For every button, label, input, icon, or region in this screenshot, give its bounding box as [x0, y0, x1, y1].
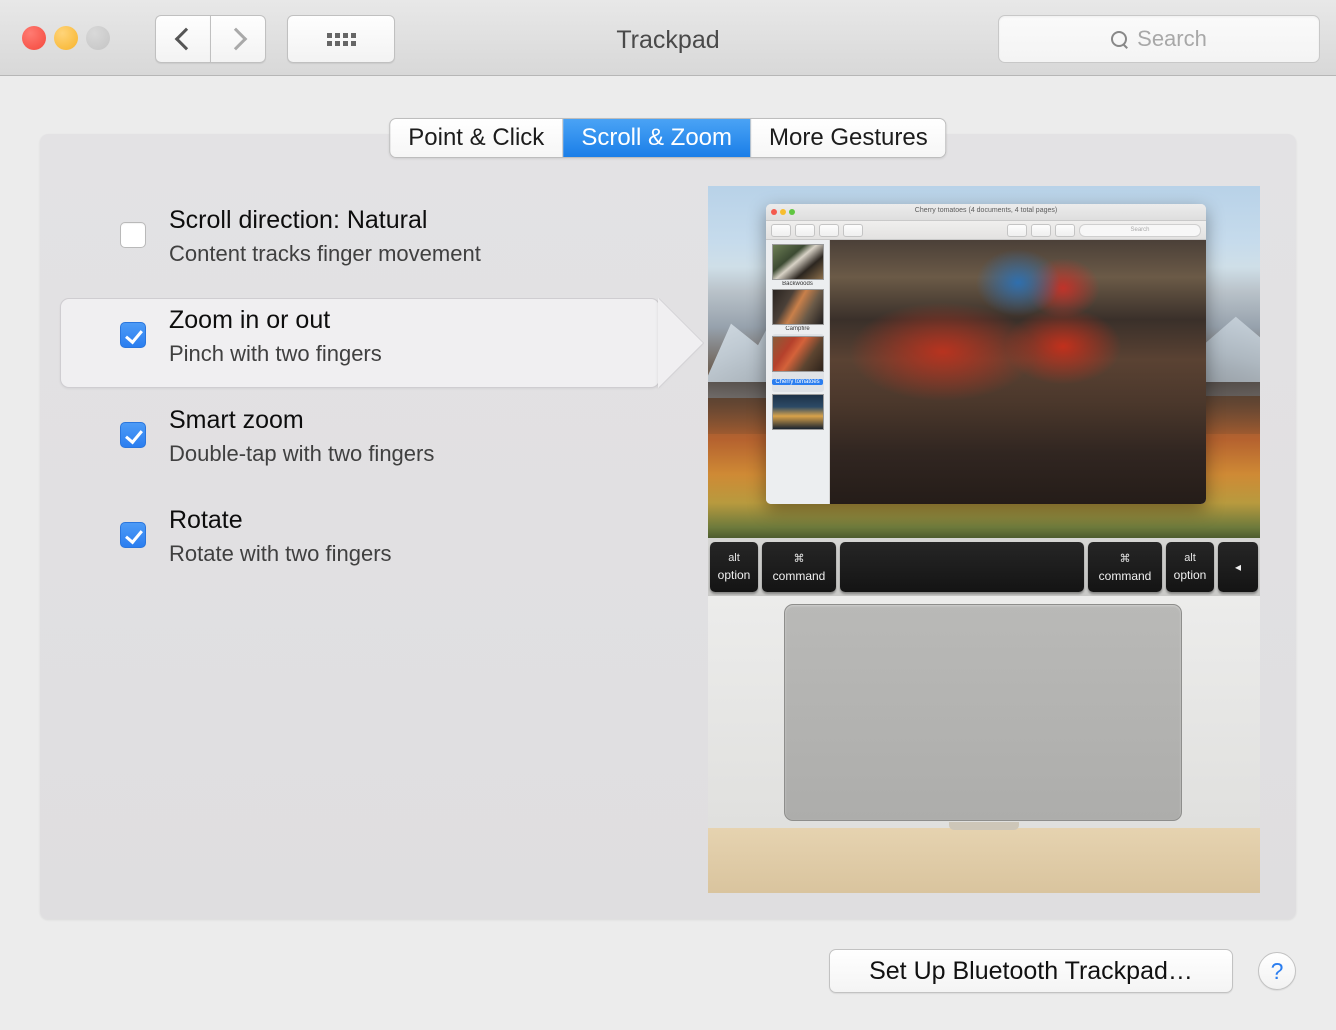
tab-more-gestures[interactable]: More Gestures: [751, 119, 946, 157]
thumbnail-image: [771, 336, 824, 372]
option-row-zoom-in-or-out[interactable]: Zoom in or out Pinch with two fingers: [40, 292, 703, 392]
preview-window-title: Cherry tomatoes (4 documents, 4 total pa…: [914, 207, 1058, 214]
preview-photo-cherry-tomatoes: [830, 240, 1206, 504]
option-subtitle: Double-tap with two fingers: [169, 441, 435, 466]
checkbox-smart-zoom[interactable]: [120, 422, 146, 448]
thumbnail-item: Backwoods: [771, 244, 824, 287]
checkbox-zoom-in-or-out[interactable]: [120, 322, 146, 348]
annotate-icon: [1055, 223, 1075, 237]
zoom-in-icon: [819, 223, 839, 237]
preview-toolbar: Search: [766, 221, 1206, 240]
preview-app-window: Cherry tomatoes (4 documents, 4 total pa…: [766, 204, 1206, 504]
set-up-bluetooth-trackpad-button[interactable]: Set Up Bluetooth Trackpad…: [829, 949, 1233, 993]
gesture-options-list: Scroll direction: Natural Content tracks…: [40, 192, 703, 592]
option-subtitle: Pinch with two fingers: [169, 341, 382, 366]
search-placeholder: Search: [1137, 26, 1207, 51]
thumbnail-image: [771, 289, 824, 325]
trackpad-area: [708, 596, 1260, 893]
key-spacebar: [840, 542, 1084, 592]
key-option-left: alt option: [710, 542, 758, 592]
key-option-right: alt option: [1166, 542, 1214, 592]
option-title: Rotate: [169, 506, 243, 534]
tab-bar: Point & Click Scroll & Zoom More Gesture…: [389, 118, 947, 158]
trackpad-surface: [784, 604, 1182, 821]
selected-row-arrow: [658, 298, 703, 388]
checkbox-rotate[interactable]: [120, 522, 146, 548]
thumbnail-label: Cherry tomatoes: [772, 379, 823, 385]
markup-icon: [1007, 223, 1027, 237]
option-subtitle: Rotate with two fingers: [169, 541, 392, 566]
desk-surface: [708, 828, 1260, 893]
laptop-keyboard-row: alt option ⌘ command ⌘ command alt optio…: [708, 538, 1260, 596]
thumbnail-image: [771, 394, 824, 430]
trackpad-notch: [949, 822, 1019, 830]
search-input[interactable]: Search: [998, 15, 1320, 63]
search-icon: [1111, 30, 1128, 48]
sidebar-toggle-icon: [771, 223, 791, 237]
thumbnail-item: Campfire: [771, 289, 824, 332]
tab-scroll-and-zoom[interactable]: Scroll & Zoom: [563, 119, 752, 157]
checkbox-scroll-direction[interactable]: [120, 222, 146, 248]
window-titlebar: Trackpad Search: [0, 0, 1336, 76]
preview-search-field: Search: [1079, 223, 1201, 237]
thumbnail-label: Campfire: [785, 326, 810, 332]
tab-point-and-click[interactable]: Point & Click: [390, 119, 564, 157]
key-arrow-left: ◂: [1218, 542, 1258, 592]
zoom-out-icon: [795, 223, 815, 237]
option-row-smart-zoom[interactable]: Smart zoom Double-tap with two fingers: [40, 392, 700, 492]
key-command-right: ⌘ command: [1088, 542, 1162, 592]
arrow-left-icon: ◂: [1234, 560, 1242, 574]
thumbnail-item: [771, 394, 824, 430]
preview-titlebar: Cherry tomatoes (4 documents, 4 total pa…: [766, 204, 1206, 221]
option-title: Smart zoom: [169, 406, 304, 434]
preview-thumbnail-sidebar: Backwoods Campfire Cherry tomatoes: [766, 240, 830, 504]
option-row-scroll-direction[interactable]: Scroll direction: Natural Content tracks…: [40, 192, 700, 292]
option-title: Zoom in or out: [169, 306, 331, 334]
thumbnail-image: [771, 244, 824, 280]
help-button[interactable]: ?: [1258, 952, 1296, 990]
option-row-rotate[interactable]: Rotate Rotate with two fingers: [40, 492, 700, 592]
gesture-demo-video: Cherry tomatoes (4 documents, 4 total pa…: [708, 186, 1260, 893]
option-subtitle: Content tracks finger movement: [169, 241, 481, 266]
rotate-icon: [1031, 223, 1051, 237]
option-title: Scroll direction: Natural: [169, 206, 428, 234]
preferences-panel: Scroll direction: Natural Content tracks…: [40, 134, 1296, 919]
thumbnail-item-selected: Cherry tomatoes: [771, 334, 824, 392]
key-command-left: ⌘ command: [762, 542, 836, 592]
share-icon: [843, 223, 863, 237]
thumbnail-label: Backwoods: [782, 281, 813, 287]
